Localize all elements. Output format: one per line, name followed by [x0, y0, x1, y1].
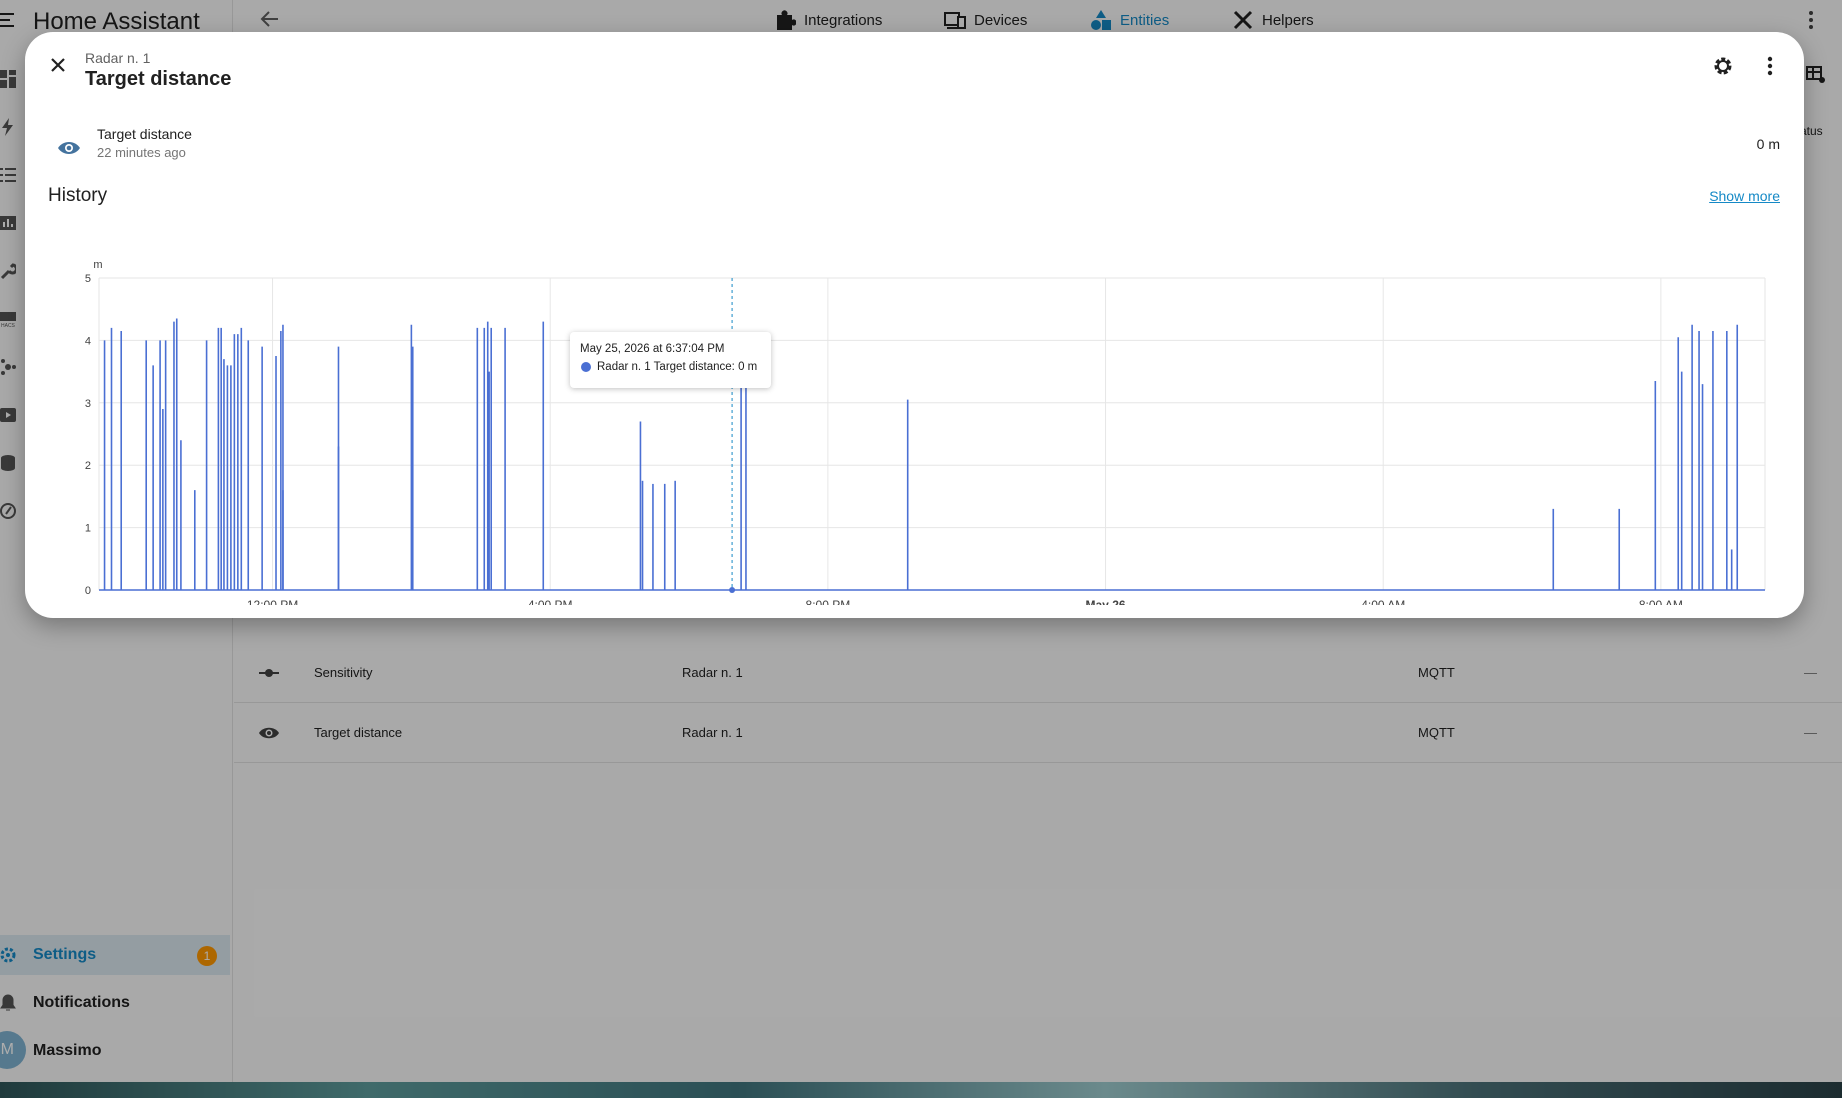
eye-icon: [58, 142, 80, 154]
x-tick-label: May 26: [1086, 598, 1126, 605]
cursor-point: [729, 587, 736, 593]
dialog-title: Target distance: [85, 68, 232, 90]
x-tick-label: 8:00 PM: [806, 598, 851, 605]
entity-more-info-dialog: Radar n. 1 Target distance Target distan…: [25, 32, 1804, 618]
y-tick-label: 0: [85, 585, 91, 597]
x-tick-label: 12:00 PM: [247, 598, 298, 605]
series-color-dot: [581, 362, 591, 372]
dialog-subtitle: Radar n. 1: [85, 50, 151, 66]
show-more-link[interactable]: Show more: [1709, 188, 1780, 204]
last-changed: 22 minutes ago: [97, 145, 186, 160]
y-tick-label: 1: [85, 523, 91, 535]
y-tick-label: 4: [85, 335, 91, 347]
state-value: 0 m: [1756, 136, 1780, 152]
tooltip-series-value: Radar n. 1 Target distance: 0 m: [597, 361, 758, 373]
x-tick-label: 8:00 AM: [1639, 598, 1683, 605]
x-tick-label: 4:00 PM: [528, 598, 573, 605]
entity-state-row: Target distance 22 minutes ago 0 m: [25, 124, 1804, 174]
y-axis-label: m: [93, 259, 102, 271]
entity-name: Target distance: [97, 126, 192, 142]
more-vert-icon[interactable]: [1766, 54, 1774, 78]
tooltip-time: May 25, 2026 at 6:37:04 PM: [580, 343, 725, 355]
gear-icon[interactable]: [1711, 54, 1735, 78]
y-tick-label: 5: [85, 273, 91, 285]
y-tick-label: 3: [85, 398, 91, 410]
chart-tooltip: May 25, 2026 at 6:37:04 PM Radar n. 1 Ta…: [570, 332, 771, 388]
x-tick-label: 4:00 AM: [1361, 598, 1405, 605]
history-chart[interactable]: 0 1 2 3 4 5m 12:00 PM 4:00 PM 8:00 PM May 26 4:00 …: [45, 220, 1785, 605]
history-heading: History: [48, 185, 108, 206]
close-icon[interactable]: [45, 52, 71, 78]
desktop-wallpaper: [0, 1082, 1842, 1098]
y-tick-label: 2: [85, 460, 91, 472]
